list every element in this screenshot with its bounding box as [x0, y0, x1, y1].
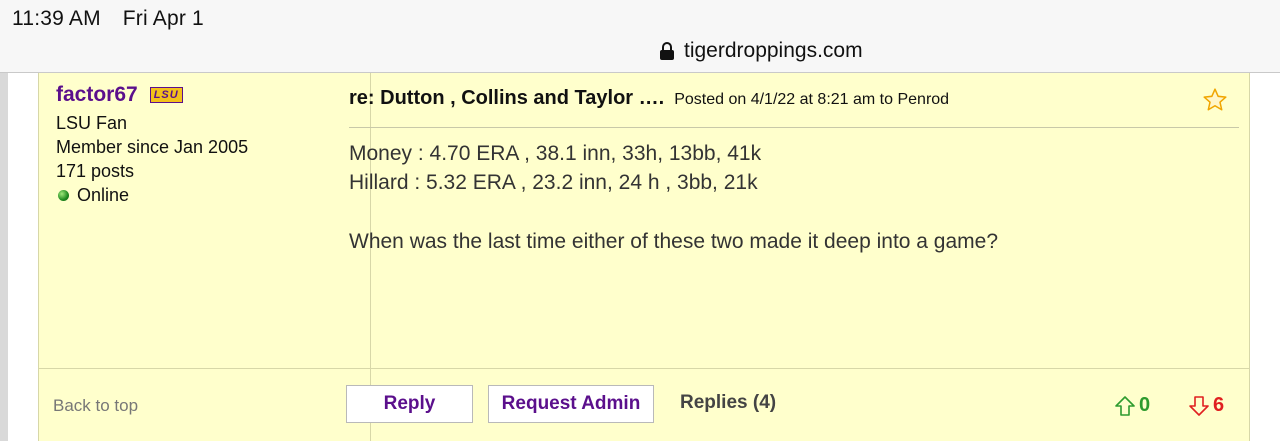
request-admin-button[interactable]: Request Admin	[488, 385, 654, 423]
row-divider	[39, 368, 1249, 369]
browser-top-bar: 11:39 AM Fri Apr 1 tigerdroppings.com	[0, 0, 1280, 73]
lock-icon	[660, 42, 674, 60]
post-line: Money : 4.70 ERA , 38.1 inn, 33h, 13bb, …	[349, 142, 762, 165]
url-domain: tigerdroppings.com	[684, 39, 863, 62]
post-meta: Posted on 4/1/22 at 8:21 am to Penrod	[674, 91, 950, 108]
url-bar[interactable]: tigerdroppings.com	[660, 36, 863, 66]
downvote-count: 6	[1213, 394, 1225, 416]
post-count: 171 posts	[56, 161, 135, 181]
forum-page: factor67 LSU LSU Fan Member since Jan 20…	[0, 73, 1280, 441]
post-title: re: Dutton , Collins and Taylor ….	[349, 87, 665, 109]
upvote-count: 0	[1139, 394, 1151, 416]
reply-button[interactable]: Reply	[346, 385, 473, 423]
arrow-down-icon	[1189, 395, 1209, 416]
team-badge-icon: LSU	[149, 87, 183, 103]
online-status-icon	[58, 189, 69, 201]
post-body: Money : 4.70 ERA , 38.1 inn, 33h, 13bb, …	[349, 139, 1229, 256]
post-line: When was the last time either of these t…	[349, 230, 999, 253]
member-since: Member since Jan 2005	[56, 137, 249, 157]
username-link[interactable]: factor67	[56, 83, 138, 107]
online-status: Online	[77, 185, 130, 205]
left-gutter	[0, 73, 8, 441]
user-info: factor67 LSU LSU Fan Member since Jan 20…	[56, 83, 356, 207]
upvote-button[interactable]: 0	[1115, 394, 1150, 417]
status-bar: 11:39 AM Fri Apr 1	[12, 7, 226, 31]
status-date: Fri Apr 1	[122, 7, 204, 30]
user-role: LSU Fan	[56, 113, 128, 133]
back-to-top-link[interactable]: Back to top	[53, 396, 138, 416]
post-container: factor67 LSU LSU Fan Member since Jan 20…	[38, 73, 1250, 441]
status-time: 11:39 AM	[12, 7, 101, 30]
bookmark-star-icon[interactable]	[1202, 87, 1228, 113]
post-header: re: Dutton , Collins and Taylor …. Poste…	[349, 87, 1239, 110]
arrow-up-icon	[1115, 395, 1135, 416]
post-line: Hillard : 5.32 ERA , 23.2 inn, 24 h , 3b…	[349, 171, 758, 194]
replies-link[interactable]: Replies (4)	[680, 392, 776, 414]
downvote-button[interactable]: 6	[1189, 394, 1224, 417]
header-divider	[349, 127, 1239, 128]
